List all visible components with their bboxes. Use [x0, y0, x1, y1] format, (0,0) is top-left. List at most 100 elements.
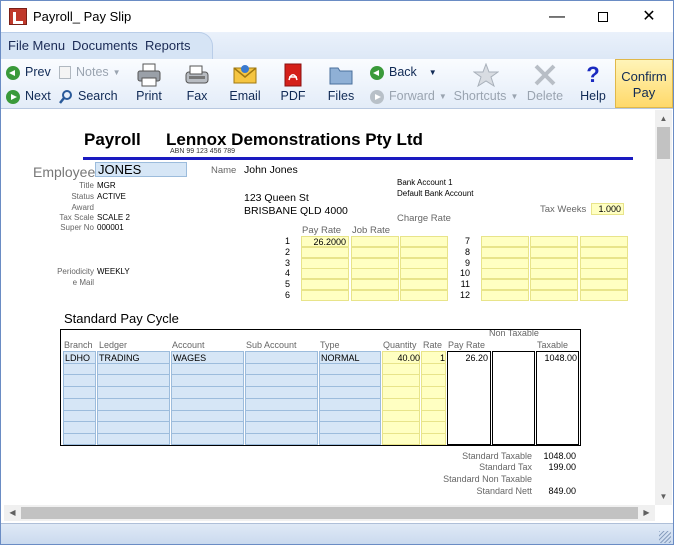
maximize-icon: [598, 11, 608, 22]
menu-file[interactable]: File Menu: [8, 38, 65, 53]
job-rate-cell[interactable]: [351, 246, 399, 258]
files-button[interactable]: Files: [317, 61, 365, 107]
grid-row-divider: [382, 397, 420, 399]
scroll-left-icon[interactable]: ◀: [4, 505, 21, 521]
tax-weeks-field[interactable]: 1.000: [591, 203, 624, 215]
charge-rate-cell[interactable]: [400, 236, 448, 247]
forward-button[interactable]: Forward ▼: [370, 86, 447, 106]
pay-rate-cell[interactable]: [481, 257, 529, 269]
job-rate-cell[interactable]: [530, 290, 578, 301]
pay-rate-column[interactable]: [447, 351, 491, 445]
charge-rate-cell[interactable]: [400, 290, 448, 301]
menu-reports[interactable]: Reports: [145, 38, 191, 53]
grid-row-divider: [421, 397, 446, 399]
grid-row-divider: [63, 409, 96, 411]
pdf-button[interactable]: PDF: [269, 61, 317, 107]
job-rate-cell[interactable]: [530, 268, 578, 280]
charge-rate-cell[interactable]: [580, 236, 628, 247]
horizontal-scrollbar[interactable]: ◀ ▶: [4, 505, 655, 521]
job-rate-cell[interactable]: [351, 268, 399, 280]
periodicity-label: Periodicity: [57, 267, 94, 276]
pay-rate-cell[interactable]: [481, 290, 529, 301]
charge-rate-cell[interactable]: [580, 246, 628, 258]
scroll-up-icon[interactable]: ▲: [655, 110, 672, 127]
shortcuts-button[interactable]: Shortcuts ▼: [451, 61, 521, 107]
close-button[interactable]: ✕: [626, 1, 672, 32]
delete-button[interactable]: Delete: [521, 61, 569, 107]
charge-rate-cell[interactable]: [400, 257, 448, 269]
grid-row-divider: [245, 386, 318, 388]
job-rate-header: Job Rate: [352, 225, 391, 236]
notes-dropdown-icon: ▼: [112, 67, 121, 77]
menu-documents[interactable]: Documents: [72, 38, 138, 53]
grid-row-divider: [382, 432, 420, 434]
vertical-scroll-thumb[interactable]: [657, 127, 670, 159]
non-taxable-column[interactable]: [492, 351, 535, 445]
taxable-column[interactable]: [536, 351, 579, 445]
name-value: John Jones: [244, 164, 298, 176]
help-button[interactable]: ? Help: [569, 61, 617, 107]
charge-rate-cell[interactable]: [400, 268, 448, 280]
charge-rate-cell[interactable]: [400, 279, 448, 291]
grid-row-divider: [245, 362, 318, 364]
job-rate-cell[interactable]: [351, 257, 399, 269]
charge-rate-cell[interactable]: [580, 257, 628, 269]
prev-label: Prev: [25, 65, 51, 79]
horizontal-scroll-thumb[interactable]: [21, 507, 638, 519]
forward-dropdown-icon: ▼: [438, 91, 447, 101]
scroll-right-icon[interactable]: ▶: [638, 505, 655, 521]
grid-row-divider: [245, 432, 318, 434]
total-non-taxable-label: Standard Non Taxable: [443, 474, 532, 484]
grid-row-divider: [97, 386, 170, 388]
charge-rate-cell[interactable]: [580, 279, 628, 291]
vertical-scrollbar[interactable]: ▲ ▼: [655, 110, 672, 505]
job-rate-cell[interactable]: [530, 257, 578, 269]
print-label: Print: [136, 89, 162, 103]
pay-rate-cell[interactable]: 26.2000: [301, 236, 349, 247]
job-rate-cell[interactable]: [530, 279, 578, 291]
job-rate-cell[interactable]: [530, 236, 578, 247]
job-rate-cell[interactable]: [351, 290, 399, 301]
job-rate-cell[interactable]: [351, 236, 399, 247]
charge-rate-cell[interactable]: [580, 290, 628, 301]
employee-code-field[interactable]: JONES: [95, 162, 187, 177]
next-button[interactable]: Next: [6, 86, 51, 106]
pay-rate-cell[interactable]: [301, 279, 349, 291]
charge-rate-cell[interactable]: [580, 268, 628, 280]
email-button[interactable]: Email: [221, 61, 269, 107]
search-button[interactable]: Search: [59, 86, 118, 106]
pay-rate-cell[interactable]: [301, 246, 349, 258]
pay-rate-cell[interactable]: [301, 290, 349, 301]
scroll-down-icon[interactable]: ▼: [655, 488, 672, 505]
pay-rate-cell[interactable]: [481, 268, 529, 280]
confirm-pay-button[interactable]: Confirm Pay: [615, 59, 673, 108]
job-rate-cell[interactable]: [530, 246, 578, 258]
resize-grip-icon[interactable]: [659, 531, 671, 543]
grid-row-divider: [63, 397, 96, 399]
grid-row-divider: [319, 409, 381, 411]
rate-row-number: 7: [464, 236, 470, 246]
minimize-button[interactable]: —: [534, 1, 580, 32]
pay-rate-cell[interactable]: [481, 279, 529, 291]
print-button[interactable]: Print: [125, 61, 173, 107]
back-button[interactable]: Back ▼: [370, 62, 437, 82]
grid-row-divider: [421, 386, 446, 388]
fax-button[interactable]: Fax: [173, 61, 221, 107]
bank-account: Bank Account 1: [397, 178, 453, 187]
status-value: ACTIVE: [97, 192, 126, 201]
charge-rate-cell[interactable]: [400, 246, 448, 258]
pay-rate-cell[interactable]: [301, 257, 349, 269]
grid-row-divider: [63, 374, 96, 376]
pay-rate-cell[interactable]: [301, 268, 349, 280]
pay-rate-cell[interactable]: [481, 246, 529, 258]
job-rate-cell[interactable]: [351, 279, 399, 291]
notes-button[interactable]: Notes ▼: [59, 62, 121, 82]
prev-button[interactable]: Prev: [6, 62, 51, 82]
pay-rate-cell[interactable]: [481, 236, 529, 247]
grid-row-divider: [63, 432, 96, 434]
maximize-button[interactable]: [580, 1, 626, 32]
row-taxable: 1048.00: [544, 353, 577, 363]
grid-row-divider: [421, 421, 446, 423]
rate-row-number: 9: [464, 257, 470, 268]
email-label: Email: [229, 89, 261, 103]
